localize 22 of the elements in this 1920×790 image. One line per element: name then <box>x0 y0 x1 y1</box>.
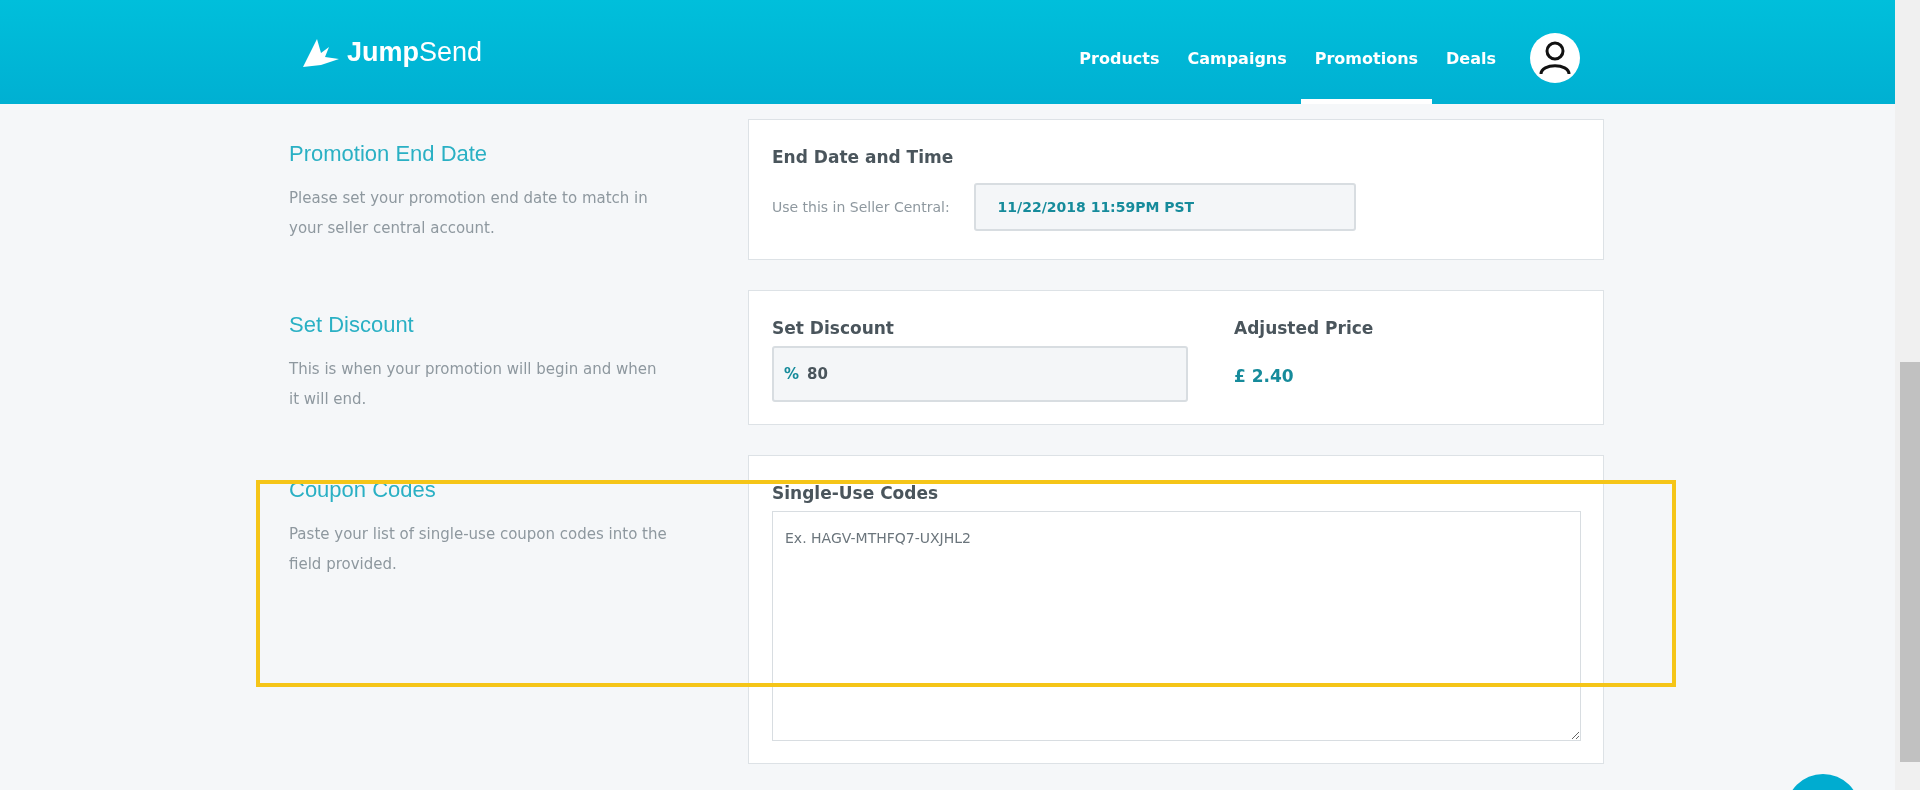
nav-link[interactable]: Campaigns <box>1173 0 1301 104</box>
paper-plane-icon <box>303 37 339 67</box>
logo[interactable]: JumpSend <box>303 36 483 68</box>
price-title: Adjusted Price <box>1234 318 1374 338</box>
discount-field[interactable]: % 80 <box>772 346 1188 402</box>
card-title: Set Discount <box>772 318 895 338</box>
card-title: End Date and Time <box>772 147 955 167</box>
card-title: Single-Use Codes <box>772 483 940 503</box>
field-label: Use this in Seller Central: <box>772 199 950 215</box>
user-icon[interactable] <box>1530 33 1580 83</box>
section-description: Paste your list of single-use coupon codes into the field provided. <box>289 524 668 575</box>
nav-link[interactable]: Deals <box>1432 0 1510 104</box>
nav-link[interactable]: Products <box>1065 0 1174 104</box>
section-description: This is when your promotion will begin and when it will end. <box>289 359 658 410</box>
section-title: Promotion End Date <box>289 141 489 167</box>
nav-link[interactable]: Promotions <box>1300 0 1433 104</box>
section-description: Please set your promotion end date to match in your seller central account. <box>289 188 649 239</box>
codes-field[interactable]: Ex. HAGV-MTHFQ7-UXJHL2 <box>772 511 1581 741</box>
date-field[interactable]: 11/22/2018 11:59PM PST <box>973 183 1356 231</box>
adjusted-price: £ 2.40 <box>1234 366 1295 386</box>
section-title: Set Discount <box>289 312 415 338</box>
scrollbar-thumb[interactable] <box>1900 362 1920 762</box>
